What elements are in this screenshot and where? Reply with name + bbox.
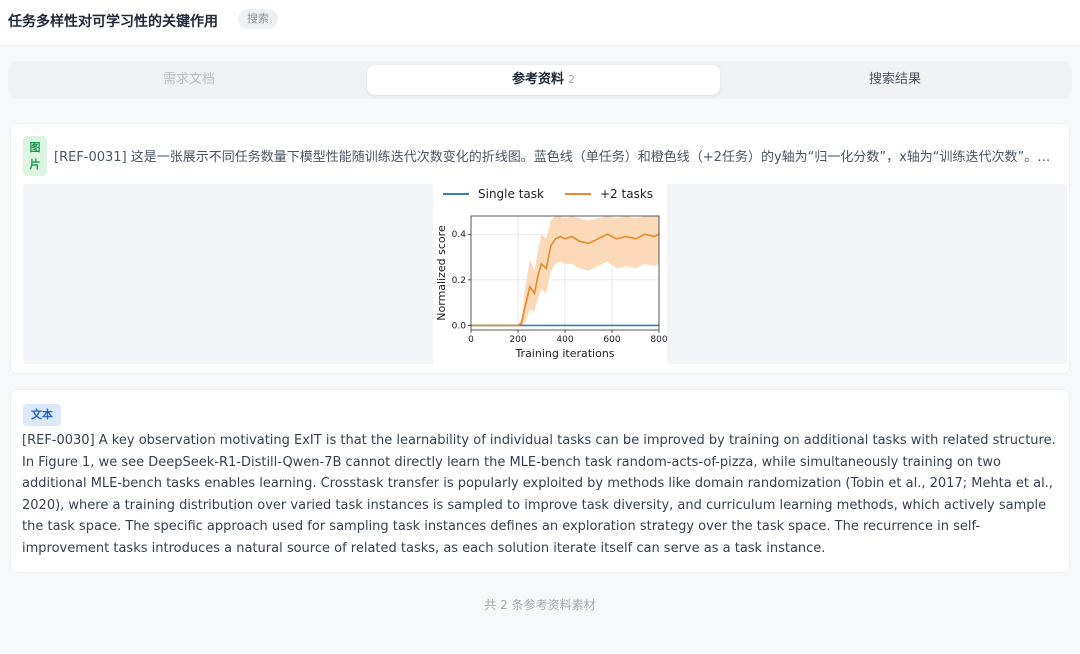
x-tick-label: 600	[603, 335, 620, 345]
reference-count-summary: 共 2 条参考资料素材	[484, 598, 596, 612]
reference-card-text[interactable]: 文本 [REF-0030] A key observation motivati…	[10, 389, 1070, 573]
tab-count-badge: 2	[568, 73, 575, 86]
page-title: 任务多样性对可学习性的关键作用	[8, 14, 218, 30]
image-type-tag-char: 图	[29, 141, 41, 154]
x-tick-label: 400	[556, 335, 573, 345]
y-tick-label: 0.0	[452, 321, 467, 331]
x-tick-label: 200	[509, 335, 526, 345]
image-caption: [REF-0031] 这是一张展示不同任务数量下模型性能随训练迭代次数变化的折线…	[54, 150, 1062, 165]
tab-requirements-doc[interactable]: 需求文档	[12, 65, 366, 95]
image-type-tag: 图 片	[23, 136, 47, 176]
text-type-tag: 文本	[23, 404, 61, 426]
y-tick-label: 0.4	[452, 230, 467, 240]
line-chart: 0 200 400 600 800 0.0 0.2 0.4 Training iteration…	[433, 184, 667, 364]
chart-svg: 0 200 400 600 800 0.0 0.2 0.4 Training iteration…	[435, 187, 667, 360]
legend-label: Single task	[478, 187, 544, 201]
tab-bar: 需求文档 参考资料 2 搜索结果	[8, 61, 1072, 99]
tab-label: 需求文档	[162, 72, 215, 87]
tab-label: 参考资料	[511, 72, 564, 87]
x-tick-label: 0	[468, 335, 474, 345]
tab-search-results[interactable]: 搜索结果	[722, 65, 1068, 95]
reference-card-image[interactable]: 图 片 [REF-0031] 这是一张展示不同任务数量下模型性能随训练迭代次数变…	[10, 123, 1070, 374]
tab-references[interactable]: 参考资料 2	[367, 65, 720, 95]
search-badge[interactable]: 搜索	[238, 9, 278, 29]
header-bar: 任务多样性对可学习性的关键作用 搜索	[0, 0, 1080, 46]
y-tick-label: 0.2	[452, 276, 466, 286]
legend-label: +2 tasks	[600, 187, 653, 201]
x-axis-label: Training iterations	[514, 347, 614, 360]
image-preview[interactable]: 0 200 400 600 800 0.0 0.2 0.4 Training iteration…	[23, 184, 1067, 364]
y-axis-label: Normalized score	[435, 225, 448, 321]
reference-text-body: [REF-0030] A key observation motivating …	[22, 433, 1056, 556]
x-tick-label: 800	[650, 335, 667, 345]
image-type-tag-char: 片	[29, 158, 41, 171]
tab-label: 搜索结果	[868, 72, 921, 87]
